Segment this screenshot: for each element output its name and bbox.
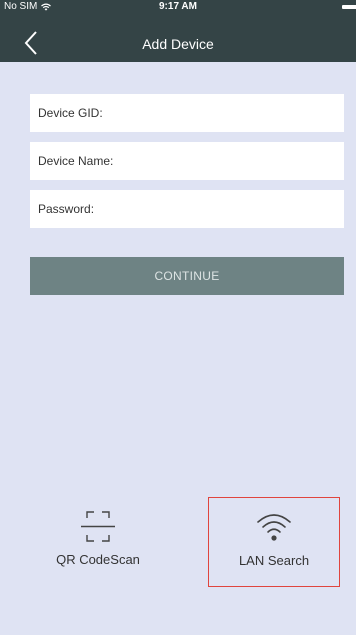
device-gid-label: Device GID: xyxy=(38,106,103,120)
qr-codescan-label: QR CodeScan xyxy=(56,552,140,567)
password-field[interactable]: Password: xyxy=(30,190,344,228)
page-title: Add Device xyxy=(142,36,214,52)
continue-button[interactable]: CONTINUE xyxy=(30,257,344,295)
battery-icon xyxy=(342,5,356,9)
device-gid-input[interactable] xyxy=(106,106,344,120)
qr-scan-icon xyxy=(81,511,115,542)
device-gid-field[interactable]: Device GID: xyxy=(30,94,344,132)
lan-search-button[interactable]: LAN Search xyxy=(208,497,340,587)
wifi-icon xyxy=(257,514,291,541)
navigation-bar: No SIM 9:17 AM Add Device xyxy=(0,0,356,62)
device-name-field[interactable]: Device Name: xyxy=(30,142,344,180)
qr-codescan-button[interactable]: QR CodeScan xyxy=(32,497,164,587)
lan-search-label: LAN Search xyxy=(238,553,310,568)
status-time: 9:17 AM xyxy=(159,1,197,12)
password-input[interactable] xyxy=(98,202,344,216)
device-name-input[interactable] xyxy=(117,154,344,168)
device-name-label: Device Name: xyxy=(38,154,114,168)
password-label: Password: xyxy=(38,202,95,216)
